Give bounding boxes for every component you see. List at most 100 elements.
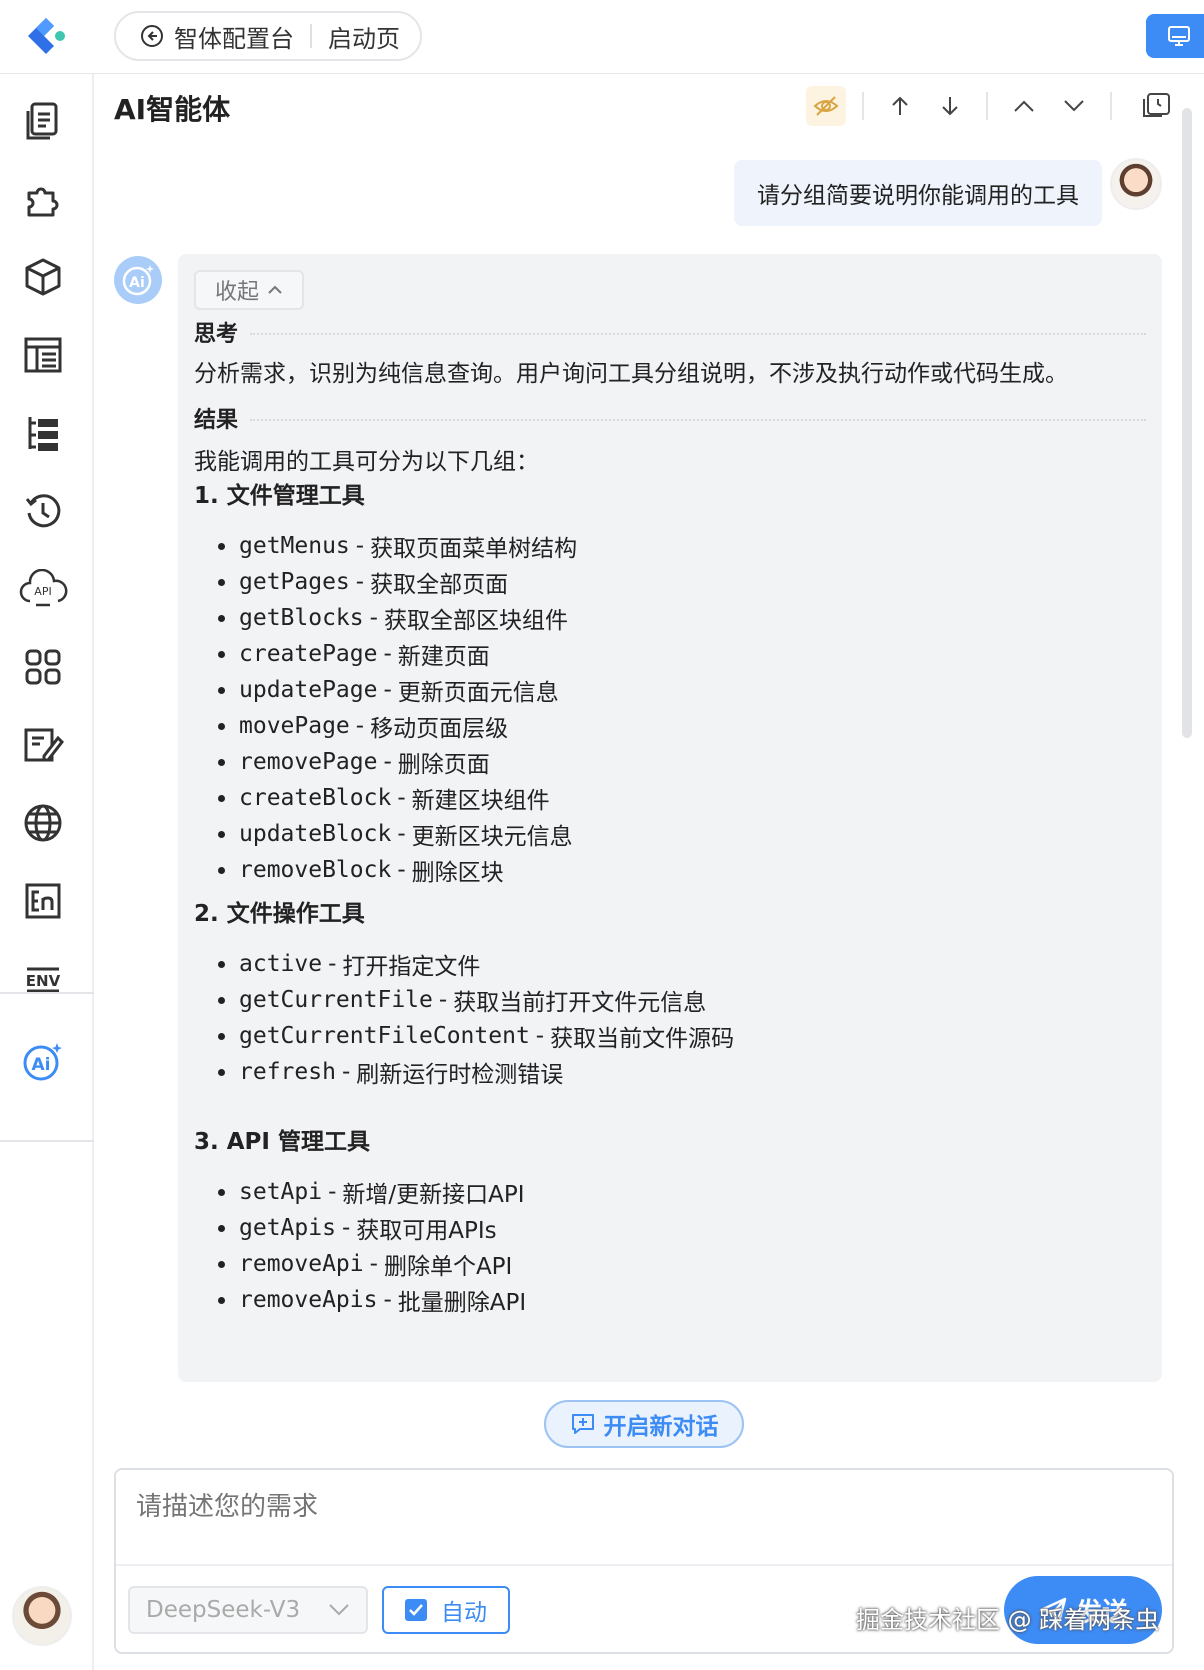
- tool-desc: 获取当前打开文件元信息: [453, 990, 707, 1016]
- next-message-button[interactable]: [1054, 86, 1094, 126]
- list-item: removePage - 删除页面: [218, 744, 577, 780]
- tool-name: updatePage: [239, 677, 378, 703]
- prev-message-button[interactable]: [1004, 86, 1044, 126]
- cube-icon: [25, 258, 61, 296]
- breadcrumb-separator: [310, 24, 312, 48]
- user-avatar[interactable]: [12, 1586, 72, 1646]
- tool-name: getBlocks: [239, 605, 364, 631]
- list-item: movePage - 移动页面层级: [218, 708, 577, 744]
- section-divider: [250, 333, 1146, 335]
- sidebar-item-plugins[interactable]: [0, 158, 86, 240]
- list-item: updatePage - 更新页面元信息: [218, 672, 577, 708]
- tool-name: removeApi: [239, 1251, 364, 1277]
- back-arrow-icon[interactable]: [140, 24, 164, 48]
- list-item: removeApis - 批量删除API: [218, 1282, 526, 1318]
- group-title: 2. 文件操作工具: [194, 901, 365, 927]
- tool-name: updateBlock: [239, 821, 392, 847]
- list-item: active - 打开指定文件: [218, 946, 734, 982]
- toolbar-separator: [862, 92, 864, 120]
- list-item: removeApi - 删除单个API: [218, 1246, 526, 1282]
- chat-plus-icon: [571, 1414, 594, 1434]
- monitor-icon: [1168, 26, 1190, 46]
- breadcrumb-page[interactable]: 启动页: [328, 19, 400, 54]
- list-item: createPage - 新建页面: [218, 636, 577, 672]
- tool-desc: 获取全部页面: [370, 572, 509, 598]
- list-item: getCurrentFileContent - 获取当前文件源码: [218, 1018, 734, 1054]
- chat-history-icon: [1143, 93, 1170, 117]
- sidebar-item-outline[interactable]: [0, 392, 86, 474]
- collapse-label: 收起: [214, 280, 259, 305]
- tool-desc: 更新页面元信息: [397, 680, 559, 706]
- new-chat-button[interactable]: 开启新对话: [544, 1400, 744, 1448]
- tool-name: setApi: [239, 1179, 323, 1205]
- list-item: getPages - 获取全部页面: [218, 564, 577, 600]
- tool-desc: 获取全部区块组件: [383, 608, 568, 634]
- auto-toggle[interactable]: 自动: [382, 1586, 510, 1634]
- watermark: 掘金技术社区 @ 踩着两条虫: [856, 1606, 1160, 1634]
- result-section-title: 结果: [194, 402, 1146, 434]
- tool-list: setApi - 新增/更新接口API getApis - 获取可用APIs remov…: [218, 1174, 526, 1318]
- model-select-value: DeepSeek-V3: [146, 1597, 301, 1623]
- svg-text:Ai: Ai: [32, 1055, 51, 1075]
- desktop-preview-button[interactable]: [1146, 14, 1204, 58]
- prompt-input[interactable]: [116, 1470, 1172, 1566]
- sidebar-item-components[interactable]: [0, 236, 86, 318]
- tool-name: movePage: [239, 713, 350, 739]
- collapse-button[interactable]: 收起: [194, 270, 304, 310]
- scroll-top-button[interactable]: [880, 86, 920, 126]
- ai-answer: 收起 思考 分析需求，识别为纯信息查询。用户询问工具分组说明，不涉及执行动作或代…: [178, 254, 1162, 1382]
- breadcrumb-app[interactable]: 智体配置台: [174, 19, 294, 54]
- chevron-up-icon: [268, 285, 282, 294]
- globe-icon: [24, 804, 62, 842]
- svg-text:ENV: ENV: [26, 972, 61, 990]
- section-divider: [250, 419, 1146, 421]
- sidebar-item-editor[interactable]: [0, 704, 86, 786]
- svg-text:API: API: [34, 585, 51, 598]
- tool-desc: 删除区块: [411, 860, 504, 886]
- model-select[interactable]: DeepSeek-V3: [128, 1586, 368, 1634]
- sidebar-item-layout[interactable]: [0, 314, 86, 396]
- chat-scrollbar[interactable]: [1182, 108, 1192, 738]
- chevron-up-icon: [1014, 100, 1034, 112]
- chat-history-button[interactable]: [1136, 86, 1176, 126]
- sidebar-item-lang[interactable]: [0, 860, 86, 942]
- scroll-bottom-button[interactable]: [930, 86, 970, 126]
- hide-thinking-button[interactable]: [806, 86, 846, 126]
- tool-list: active - 打开指定文件 getCurrentFile - 获取当前打开文件元信息…: [218, 946, 734, 1090]
- auto-label: 自动: [441, 1600, 487, 1626]
- tool-desc: 获取当前文件源码: [550, 1026, 735, 1052]
- tool-desc: 移动页面层级: [370, 716, 509, 742]
- tool-name: removePage: [239, 749, 378, 775]
- api-cloud-icon: API: [19, 569, 68, 607]
- sidebar-item-i18n[interactable]: [0, 782, 86, 864]
- tool-desc: 新建页面: [397, 644, 490, 670]
- left-sidebar: API ENV Ai: [0, 74, 94, 1670]
- list-item: removeBlock - 删除区块: [218, 852, 577, 888]
- list-item: getApis - 获取可用APIs: [218, 1210, 526, 1246]
- result-intro: 我能调用的工具可分为以下几组：: [194, 449, 539, 475]
- tool-name: removeBlock: [239, 857, 392, 883]
- panel-toolbar: [806, 86, 846, 126]
- app-logo[interactable]: [20, 14, 66, 60]
- tool-name: createBlock: [239, 785, 392, 811]
- sidebar-divider: [0, 992, 94, 994]
- group-title: 1. 文件管理工具: [194, 483, 365, 509]
- sidebar-item-history[interactable]: [0, 470, 86, 552]
- sidebar-item-pages[interactable]: [0, 80, 86, 162]
- en-icon: [25, 883, 61, 919]
- panel-title: AI智能体: [114, 93, 231, 126]
- sidebar-item-apps[interactable]: [0, 626, 86, 708]
- thinking-section-title: 思考: [194, 316, 1146, 348]
- list-item: createBlock - 新建区块组件: [218, 780, 577, 816]
- tool-desc: 获取可用APIs: [356, 1218, 497, 1244]
- list-item: setApi - 新增/更新接口API: [218, 1174, 526, 1210]
- sidebar-item-ai[interactable]: Ai: [0, 1020, 86, 1102]
- list-item: refresh - 刷新运行时检测错误: [218, 1054, 734, 1090]
- tree-icon: [28, 417, 58, 451]
- edit-icon: [24, 728, 64, 762]
- tool-desc: 打开指定文件: [342, 954, 481, 980]
- tool-name: refresh: [239, 1059, 336, 1085]
- sidebar-item-env[interactable]: ENV: [0, 938, 86, 1020]
- sidebar-item-api[interactable]: API: [0, 548, 86, 630]
- thinking-text: 分析需求，识别为纯信息查询。用户询问工具分组说明，不涉及执行动作或代码生成。: [194, 361, 1068, 387]
